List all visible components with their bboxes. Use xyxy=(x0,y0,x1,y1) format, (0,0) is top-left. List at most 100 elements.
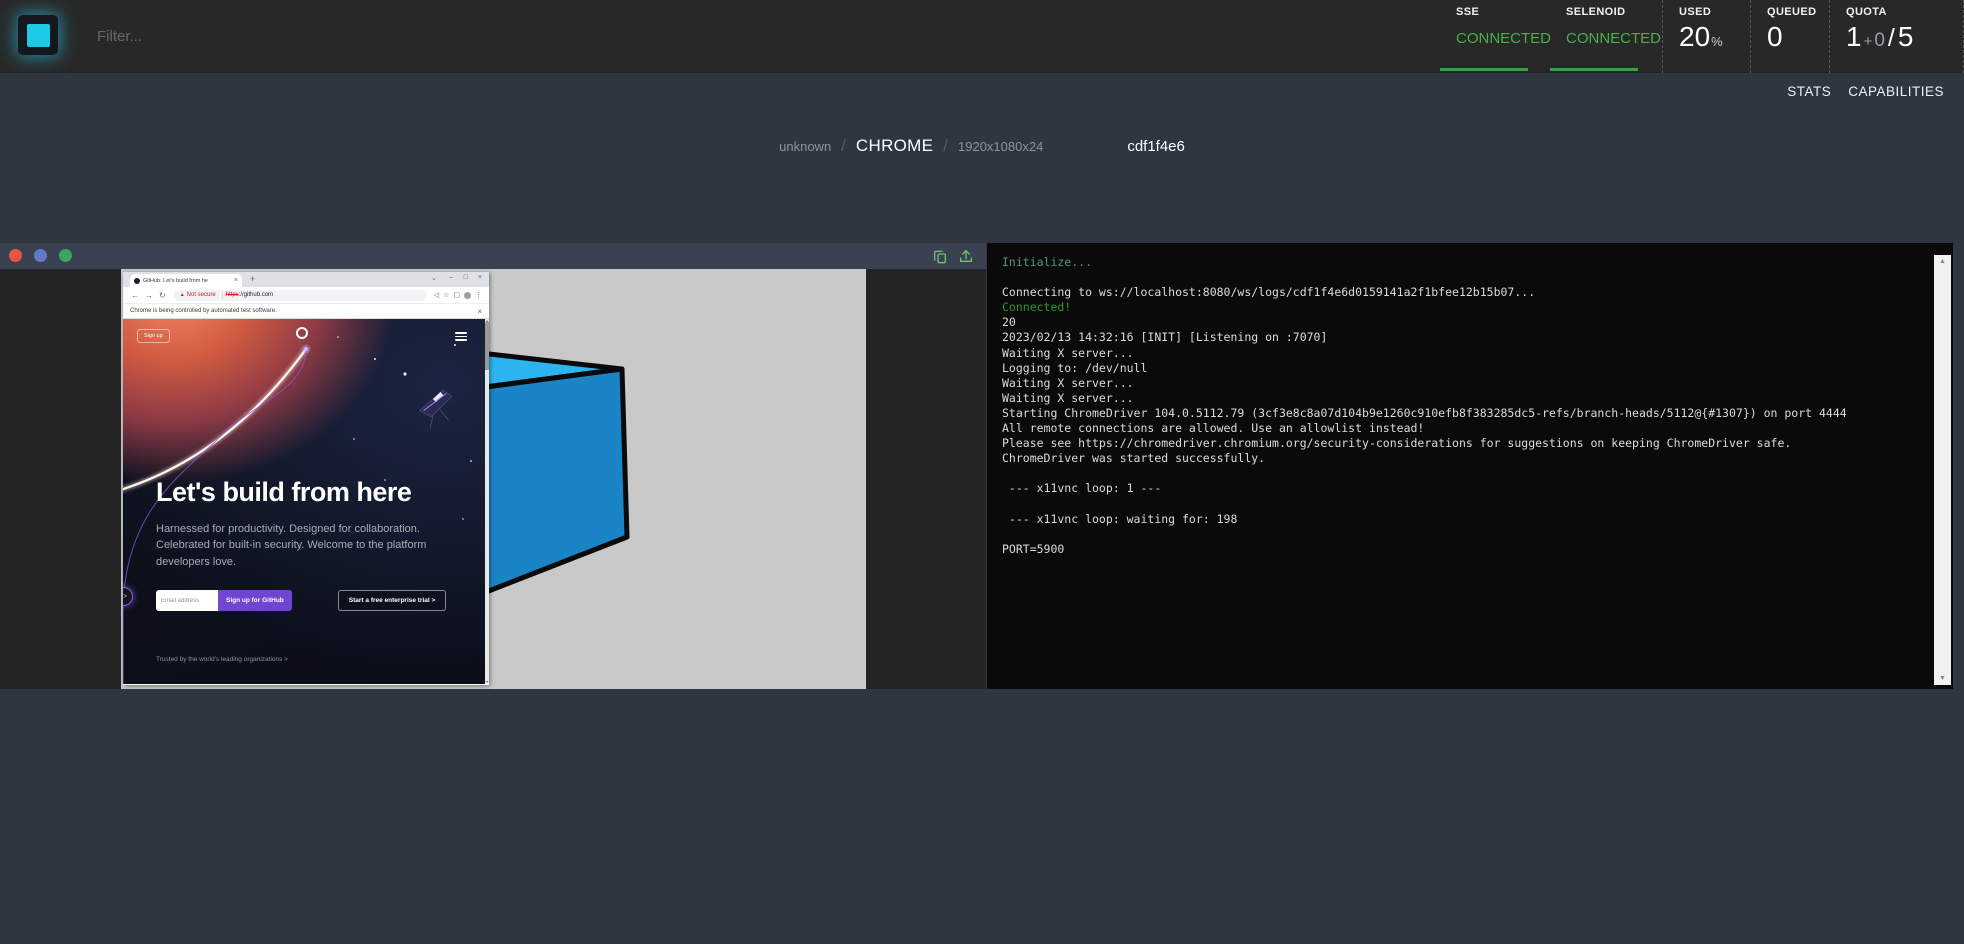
tab-stats[interactable]: STATS xyxy=(1787,84,1831,99)
status-bar: SSE CONNECTED SELENOID CONNECTED USED 20… xyxy=(1440,0,1964,73)
automation-infobar: Chrome is being controlled by automated … xyxy=(123,304,489,319)
scrollbar-thumb[interactable] xyxy=(485,322,489,370)
not-secure-label[interactable]: Not secure xyxy=(187,292,216,298)
vnc-panel: GitHub: Let's build from he × + ⌄ – □ × … xyxy=(0,243,986,689)
spaceship-illustration xyxy=(416,389,458,430)
sse-status-value: CONNECTED xyxy=(1456,30,1550,47)
log-line: Waiting X server... xyxy=(1002,346,1917,361)
sse-label: SSE xyxy=(1456,6,1550,18)
window-close-icon[interactable]: × xyxy=(478,274,482,281)
sse-status: SSE CONNECTED xyxy=(1440,0,1550,73)
signup-for-github-button[interactable]: Sign up for GitHub xyxy=(218,590,292,611)
browser-tab[interactable]: GitHub: Let's build from he × xyxy=(130,274,242,287)
side-panel-icon[interactable]: ▢ xyxy=(453,291,460,299)
used-label: USED xyxy=(1679,6,1750,18)
used-unit: % xyxy=(1711,34,1723,49)
selenoid-logo-icon xyxy=(27,24,50,47)
enterprise-trial-button[interactable]: Start a free enterprise trial > xyxy=(338,590,447,611)
used-value: 20% xyxy=(1679,21,1750,53)
email-field[interactable] xyxy=(156,590,218,611)
separator: / xyxy=(943,136,948,156)
trusted-orgs-link[interactable]: Trusted by the world's leading organizat… xyxy=(156,656,288,663)
hero-heading: Let's build from here xyxy=(156,477,466,508)
github-favicon xyxy=(134,278,140,284)
log-line: Waiting X server... xyxy=(1002,391,1917,406)
log-line: ChromeDriver was started successfully. xyxy=(1002,451,1917,466)
chrome-browser-window[interactable]: GitHub: Let's build from he × + ⌄ – □ × … xyxy=(123,272,489,685)
log-line xyxy=(1002,466,1917,481)
hero-cta-row: Sign up for GitHub Start a free enterpri… xyxy=(156,590,446,611)
kebab-menu-icon[interactable]: ⋮ xyxy=(475,291,482,299)
tab-capabilities[interactable]: CAPABILITIES xyxy=(1848,84,1944,99)
separator: / xyxy=(841,136,846,156)
queued-stat: QUEUED 0 xyxy=(1750,0,1829,73)
log-line: Connected! xyxy=(1002,300,1917,315)
used-stat: USED 20% xyxy=(1662,0,1750,73)
page-scrollbar[interactable]: ▲ ▼ xyxy=(485,319,489,684)
quota-value: 1+0/5 xyxy=(1846,21,1963,53)
queued-value: 0 xyxy=(1767,21,1829,53)
scroll-down-icon[interactable]: ▼ xyxy=(1934,675,1951,682)
infobar-close-icon[interactable]: × xyxy=(477,307,482,316)
window-minimize-icon[interactable]: – xyxy=(449,274,453,281)
upload-icon[interactable] xyxy=(958,248,974,264)
selenoid-label: SELENOID xyxy=(1566,6,1662,18)
selenoid-status: SELENOID CONNECTED xyxy=(1550,0,1662,73)
window-maximize-icon[interactable]: □ xyxy=(464,274,468,281)
quota-stat: QUOTA 1+0/5 xyxy=(1829,0,1964,73)
github-signup-button[interactable]: Sign up xyxy=(137,329,170,343)
log-line: Waiting X server... xyxy=(1002,376,1917,391)
filter-input[interactable] xyxy=(95,18,519,54)
bookmark-star-icon[interactable]: ☆ xyxy=(443,291,449,299)
selenoid-logo-button[interactable] xyxy=(18,15,58,55)
log-line: Connecting to ws://localhost:8080/ws/log… xyxy=(1002,285,1917,300)
vnc-close-button[interactable] xyxy=(9,249,22,262)
vnc-screen[interactable]: GitHub: Let's build from he × + ⌄ – □ × … xyxy=(0,269,986,689)
log-scrollbar[interactable]: ▲ ▼ xyxy=(1934,255,1951,685)
github-page: Sign up Let's build from here Harnessed … xyxy=(123,319,489,684)
remote-desktop[interactable]: GitHub: Let's build from he × + ⌄ – □ × … xyxy=(121,269,866,689)
queued-label: QUEUED xyxy=(1767,6,1829,18)
url-text: ://github.com xyxy=(239,292,273,298)
log-line: Please see https://chromedriver.chromium… xyxy=(1002,436,1917,451)
forward-icon[interactable]: → xyxy=(145,291,153,300)
log-line: 2023/02/13 14:32:16 [INIT] [Listening on… xyxy=(1002,330,1917,345)
tab-search-icon[interactable]: ⌄ xyxy=(431,274,437,282)
tab-close-icon[interactable]: × xyxy=(234,277,238,284)
session-quota-user: unknown xyxy=(779,139,831,154)
warning-icon: ▲ xyxy=(180,292,185,298)
share-icon[interactable]: ◁ xyxy=(434,291,439,299)
selenoid-status-value: CONNECTED xyxy=(1566,30,1662,47)
log-line: Starting ChromeDriver 104.0.5112.79 (3cf… xyxy=(1002,406,1917,421)
session-row[interactable]: unknown / CHROME / 1920x1080x24 cdf1f4e6 xyxy=(779,136,1185,156)
browser-tab-strip: GitHub: Let's build from he × + ⌄ – □ × xyxy=(123,272,489,287)
log-line xyxy=(1002,527,1917,542)
session-browser: CHROME xyxy=(856,136,933,156)
view-tabs: STATS CAPABILITIES xyxy=(1787,84,1944,99)
back-icon[interactable]: ← xyxy=(131,291,139,300)
new-tab-button[interactable]: + xyxy=(250,274,255,284)
vnc-fullscreen-button[interactable] xyxy=(59,249,72,262)
top-bar: SSE CONNECTED SELENOID CONNECTED USED 20… xyxy=(0,0,1964,73)
infobar-message: Chrome is being controlled by automated … xyxy=(130,308,277,314)
scroll-up-icon[interactable]: ▲ xyxy=(1934,258,1951,265)
scroll-down-icon[interactable]: ▼ xyxy=(485,680,489,684)
vnc-minimize-button[interactable] xyxy=(34,249,47,262)
profile-avatar[interactable] xyxy=(464,292,471,299)
reload-icon[interactable]: ↻ xyxy=(159,291,166,300)
hamburger-menu-icon[interactable] xyxy=(455,332,467,343)
vnc-header xyxy=(0,243,986,269)
log-line: PORT=5900 xyxy=(1002,542,1917,557)
log-line xyxy=(1002,497,1917,512)
hero-subtext: Harnessed for productivity. Designed for… xyxy=(156,521,428,570)
selenoid-ui-app: SSE CONNECTED SELENOID CONNECTED USED 20… xyxy=(0,0,1964,944)
log-line: --- x11vnc loop: 1 --- xyxy=(1002,481,1917,496)
address-bar[interactable]: ▲ Not secure https ://github.com xyxy=(174,290,427,301)
session-resolution: 1920x1080x24 xyxy=(958,139,1043,154)
log-line: Initialize... xyxy=(1002,255,1917,270)
browser-toolbar: ← → ↻ ▲ Not secure https ://github.com ◁… xyxy=(123,287,489,304)
session-log-panel: Initialize... Connecting to ws://localho… xyxy=(987,243,1953,689)
copy-icon[interactable] xyxy=(932,248,948,264)
github-octocat-logo[interactable] xyxy=(296,327,308,339)
session-id: cdf1f4e6 xyxy=(1127,138,1185,155)
